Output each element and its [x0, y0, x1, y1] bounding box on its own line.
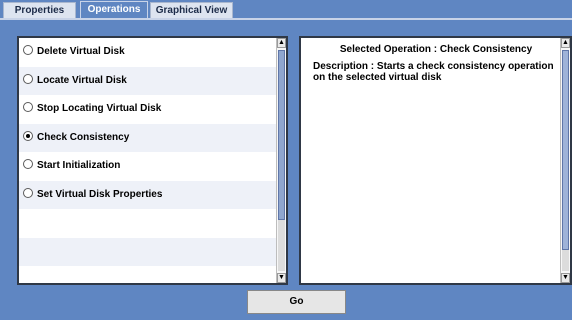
- radio-button[interactable]: [23, 187, 33, 198]
- operation-start-initialization[interactable]: Start Initialization: [19, 152, 276, 181]
- scroll-down-arrow-icon[interactable]: ▼: [277, 273, 286, 283]
- tab-bar: Properties Operations Graphical View: [0, 0, 572, 19]
- operation-delete-virtual-disk[interactable]: Delete Virtual Disk: [19, 38, 276, 67]
- tab-graphical-view[interactable]: Graphical View: [150, 2, 233, 18]
- operation-label: Check Consistency: [37, 131, 130, 143]
- operation-details: Selected Operation : Check Consistency D…: [313, 44, 559, 83]
- operations-list: Delete Virtual Disk Locate Virtual Disk …: [19, 38, 276, 283]
- selected-operation-title: Selected Operation : Check Consistency: [339, 44, 533, 55]
- empty-list-row: [19, 266, 276, 283]
- operation-label: Start Initialization: [37, 160, 121, 171]
- empty-list-row: [19, 237, 276, 266]
- radio-button[interactable]: [23, 73, 33, 84]
- scroll-up-arrow-icon[interactable]: ▲: [561, 38, 570, 48]
- radio-button[interactable]: [23, 45, 33, 56]
- tab-properties[interactable]: Properties: [3, 2, 76, 18]
- go-button[interactable]: Go: [247, 290, 346, 314]
- scroll-down-arrow-icon[interactable]: ▼: [561, 273, 570, 283]
- operation-description: Description : Starts a check consistency…: [313, 61, 554, 83]
- scroll-up-arrow-icon[interactable]: ▲: [277, 38, 286, 48]
- details-scrollbar[interactable]: ▲ ▼: [560, 38, 570, 283]
- empty-list-row: [19, 209, 276, 238]
- scrollbar-thumb[interactable]: [278, 50, 285, 220]
- operations-list-panel: Delete Virtual Disk Locate Virtual Disk …: [17, 36, 288, 285]
- operation-check-consistency[interactable]: Check Consistency: [19, 123, 276, 152]
- operation-locate-virtual-disk[interactable]: Locate Virtual Disk: [19, 66, 276, 95]
- operation-label: Set Virtual Disk Properties: [37, 188, 163, 200]
- tab-operations[interactable]: Operations: [80, 1, 148, 19]
- operation-set-virtual-disk-properties[interactable]: Set Virtual Disk Properties: [19, 180, 276, 209]
- operation-label: Delete Virtual Disk: [37, 46, 125, 57]
- operation-label: Locate Virtual Disk: [37, 74, 127, 86]
- scrollbar-track[interactable]: [562, 250, 569, 271]
- scrollbar-thumb[interactable]: [562, 50, 569, 250]
- operations-content: Delete Virtual Disk Locate Virtual Disk …: [0, 20, 572, 320]
- radio-button[interactable]: [23, 159, 33, 170]
- scrollbar-track[interactable]: [278, 220, 285, 271]
- operation-label: Stop Locating Virtual Disk: [37, 103, 162, 114]
- radio-button-selected[interactable]: [23, 130, 33, 141]
- operation-stop-locating-virtual-disk[interactable]: Stop Locating Virtual Disk: [19, 95, 276, 124]
- radio-button[interactable]: [23, 102, 33, 113]
- operation-details-panel: Selected Operation : Check Consistency D…: [299, 36, 572, 285]
- operations-list-scrollbar[interactable]: ▲ ▼: [276, 38, 286, 283]
